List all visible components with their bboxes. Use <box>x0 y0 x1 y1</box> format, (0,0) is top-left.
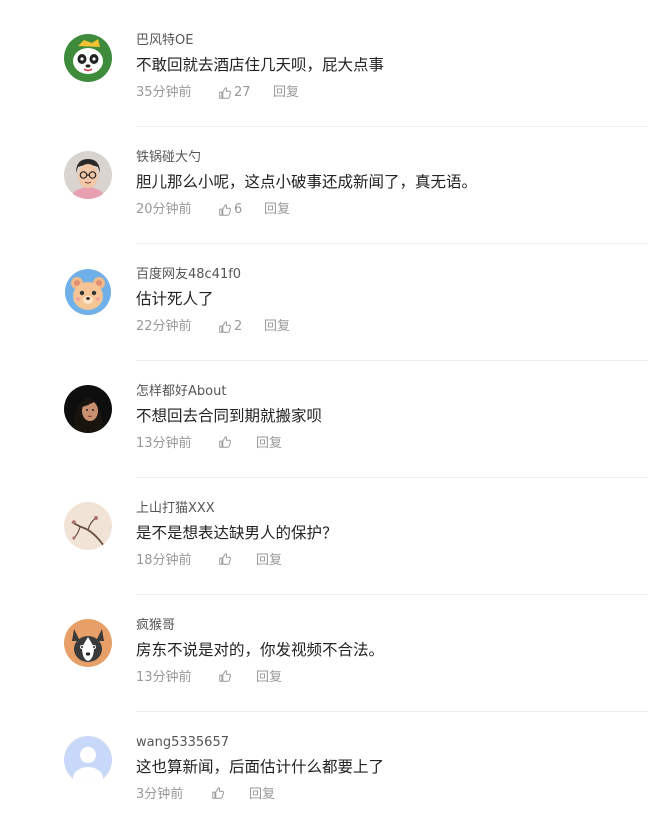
reply-button[interactable]: 回复 <box>256 435 282 453</box>
like-count: 6 <box>234 202 243 217</box>
like-count: 27 <box>234 85 251 100</box>
thumbs-up-icon <box>219 87 231 99</box>
comment-username[interactable]: 上山打猫XXX <box>136 501 215 517</box>
comment-username[interactable]: 怎样都好About <box>136 384 226 400</box>
like-button[interactable] <box>218 552 234 566</box>
comment-item: 疯猴哥 房东不说是对的，你发视频不合法。 13分钟前 回复 <box>0 585 648 712</box>
comment-item: 怎样都好About 不想回去合同到期就搬家呗 13分钟前 回复 <box>0 351 648 478</box>
comment-item: 上山打猫XXX 是不是想表达缺男人的保护？ 18分钟前 回复 <box>0 468 648 595</box>
like-count: 2 <box>234 319 243 334</box>
glasses-person-avatar-icon[interactable] <box>64 151 112 199</box>
thumbs-up-icon <box>219 670 231 682</box>
bear-avatar-icon[interactable] <box>64 268 112 316</box>
comment-time: 3分钟前 <box>136 787 184 802</box>
reply-button[interactable]: 回复 <box>264 201 290 219</box>
comment-text: 房东不说是对的，你发视频不合法。 <box>136 641 385 659</box>
thumbs-up-icon <box>212 787 224 799</box>
reply-button[interactable]: 回复 <box>256 669 282 687</box>
like-button[interactable] <box>218 669 234 683</box>
comment-username[interactable]: 百度网友48c41f0 <box>136 267 241 283</box>
branch-avatar-icon[interactable] <box>64 502 112 550</box>
reply-button[interactable]: 回复 <box>249 786 275 804</box>
thumbs-up-icon <box>219 204 231 216</box>
comment-time: 35分钟前 <box>136 85 192 100</box>
comment-text: 不敢回就去酒店住几天呗，屁大点事 <box>136 56 385 74</box>
woman-avatar-icon[interactable] <box>64 385 112 433</box>
comment-username[interactable]: 疯猴哥 <box>136 618 175 634</box>
comment-time: 13分钟前 <box>136 670 192 685</box>
thumbs-up-icon <box>219 436 231 448</box>
comment-item: 铁锅碰大勺 胆儿那么小呢，这点小破事还成新闻了，真无语。 20分钟前 6 回复 <box>0 117 648 244</box>
like-button[interactable] <box>211 786 227 800</box>
comment-time: 18分钟前 <box>136 553 192 568</box>
like-button[interactable]: 2 <box>218 318 242 336</box>
reply-button[interactable]: 回复 <box>264 318 290 336</box>
comment-text: 是不是想表达缺男人的保护？ <box>136 524 338 542</box>
comment-item: wang5335657 这也算新闻，后面估计什么都要上了 3分钟前 回复 <box>0 702 648 819</box>
comment-text: 这也算新闻，后面估计什么都要上了 <box>136 758 385 776</box>
comment-username[interactable]: 铁锅碰大勺 <box>136 150 201 166</box>
comment-item: 巴风特OE 不敢回就去酒店住几天呗，屁大点事 35分钟前 27 回复 <box>0 0 648 127</box>
comment-text: 估计死人了 <box>136 290 214 308</box>
comment-time: 22分钟前 <box>136 319 192 334</box>
comment-item: 百度网友48c41f0 估计死人了 22分钟前 2 回复 <box>0 234 648 361</box>
comment-text: 不想回去合同到期就搬家呗 <box>136 407 323 425</box>
thumbs-up-icon <box>219 553 231 565</box>
reply-button[interactable]: 回复 <box>256 552 282 570</box>
default-avatar-icon[interactable] <box>64 736 112 784</box>
like-button[interactable]: 27 <box>218 84 251 102</box>
comment-username[interactable]: wang5335657 <box>136 735 229 751</box>
comment-time: 13分钟前 <box>136 436 192 451</box>
panda-avatar-icon[interactable] <box>64 34 112 82</box>
reply-button[interactable]: 回复 <box>273 84 299 102</box>
like-button[interactable]: 6 <box>218 201 242 219</box>
comment-time: 20分钟前 <box>136 202 192 217</box>
comment-text: 胆儿那么小呢，这点小破事还成新闻了，真无语。 <box>136 173 478 191</box>
thumbs-up-icon <box>219 321 231 333</box>
husky-avatar-icon[interactable] <box>64 619 112 667</box>
comment-username[interactable]: 巴风特OE <box>136 33 193 49</box>
like-button[interactable] <box>218 435 234 449</box>
